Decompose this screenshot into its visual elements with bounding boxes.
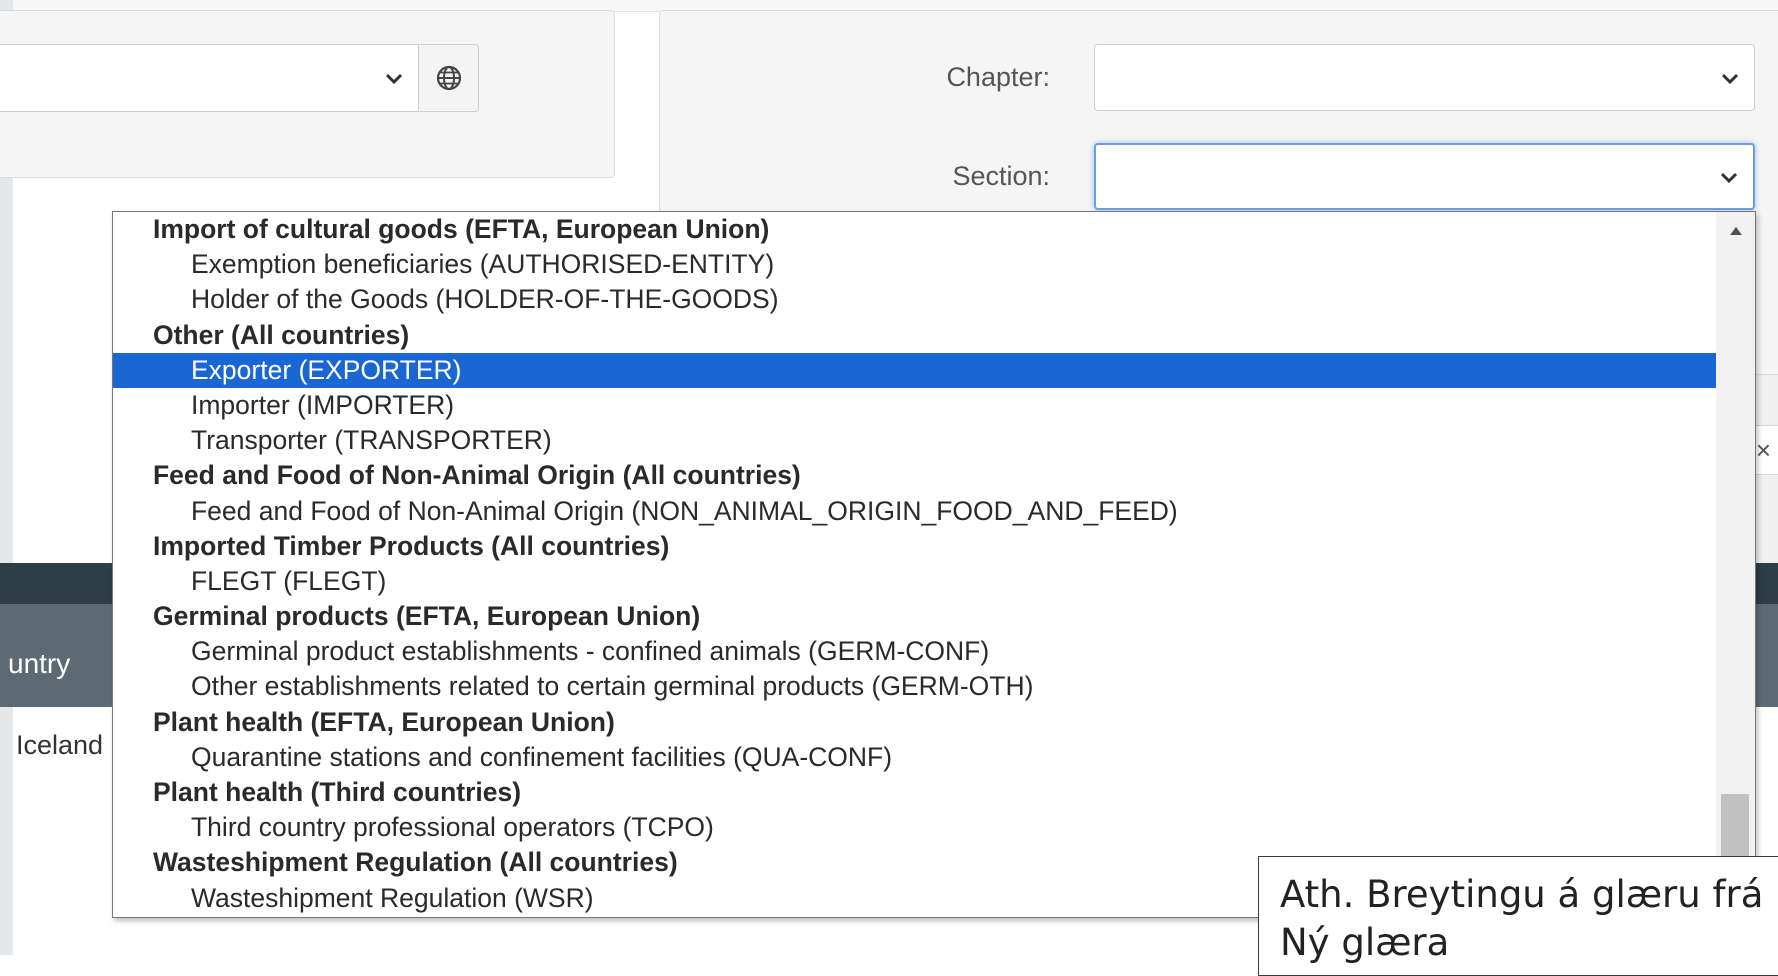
dropdown-option[interactable]: FLEGT (FLEGT) bbox=[113, 564, 1716, 599]
dropdown-options: Import of cultural goods (EFTA, European… bbox=[113, 212, 1716, 916]
slide-note: Ath. Breytingu á glæru frá Ný glæra bbox=[1258, 856, 1778, 976]
chapter-select[interactable] bbox=[1094, 44, 1755, 111]
dropdown-option[interactable]: Transporter (TRANSPORTER) bbox=[113, 423, 1716, 458]
dropdown-option-group: Plant health (Third countries) bbox=[153, 777, 522, 807]
dropdown-option[interactable]: Importer (IMPORTER) bbox=[113, 388, 1716, 423]
table-cell-country: Iceland bbox=[16, 730, 104, 760]
dropdown-option-group: Imported Timber Products (All countries) bbox=[153, 530, 670, 561]
triangle-up-icon bbox=[1730, 227, 1742, 235]
dropdown-option[interactable]: Feed and Food of Non-Animal Origin (NON_… bbox=[113, 494, 1716, 529]
chapter-label: Chapter: bbox=[946, 62, 1050, 92]
globe-icon bbox=[436, 65, 461, 91]
scroll-up-arrow[interactable] bbox=[1716, 212, 1755, 250]
section-dropdown-list[interactable]: Import of cultural goods (EFTA, European… bbox=[112, 211, 1756, 918]
dropdown-option-group: Other (All countries) bbox=[153, 319, 410, 350]
dropdown-option[interactable]: Germinal product establishments - confin… bbox=[113, 634, 1716, 669]
dropdown-option[interactable]: Quarantine stations and confinement faci… bbox=[113, 740, 1716, 775]
note-line-1: Ath. Breytingu á glæru frá bbox=[1280, 873, 1764, 916]
dropdown-option[interactable]: Other establishments related to certain … bbox=[113, 669, 1716, 704]
dropdown-option[interactable]: Third country professional operators (TC… bbox=[113, 810, 1716, 845]
globe-button[interactable] bbox=[418, 44, 479, 112]
chevron-down-icon bbox=[385, 73, 403, 85]
note-line-2: Ný glæra bbox=[1280, 921, 1450, 964]
country-column-header[interactable]: untry bbox=[8, 648, 70, 680]
dropdown-option-group: Feed and Food of Non-Animal Origin (All … bbox=[153, 460, 801, 491]
dropdown-option-selected[interactable]: Exporter (EXPORTER) bbox=[113, 352, 1716, 388]
chevron-down-icon bbox=[1720, 172, 1738, 183]
dropdown-option-group: Import of cultural goods (EFTA, European… bbox=[153, 214, 770, 244]
section-select[interactable] bbox=[1094, 143, 1755, 210]
dropdown-option[interactable]: Exemption beneficiaries (AUTHORISED-ENTI… bbox=[113, 247, 1716, 282]
dropdown-option-group: Plant health (EFTA, European Union) bbox=[153, 706, 615, 737]
section-label: Section: bbox=[952, 161, 1050, 191]
dropdown-option-group: Germinal products (EFTA, European Union) bbox=[153, 601, 701, 632]
dropdown-option[interactable]: Holder of the Goods (HOLDER-OF-THE-GOODS… bbox=[113, 282, 1716, 317]
chevron-down-icon bbox=[1721, 73, 1739, 84]
country-select[interactable] bbox=[0, 44, 419, 112]
